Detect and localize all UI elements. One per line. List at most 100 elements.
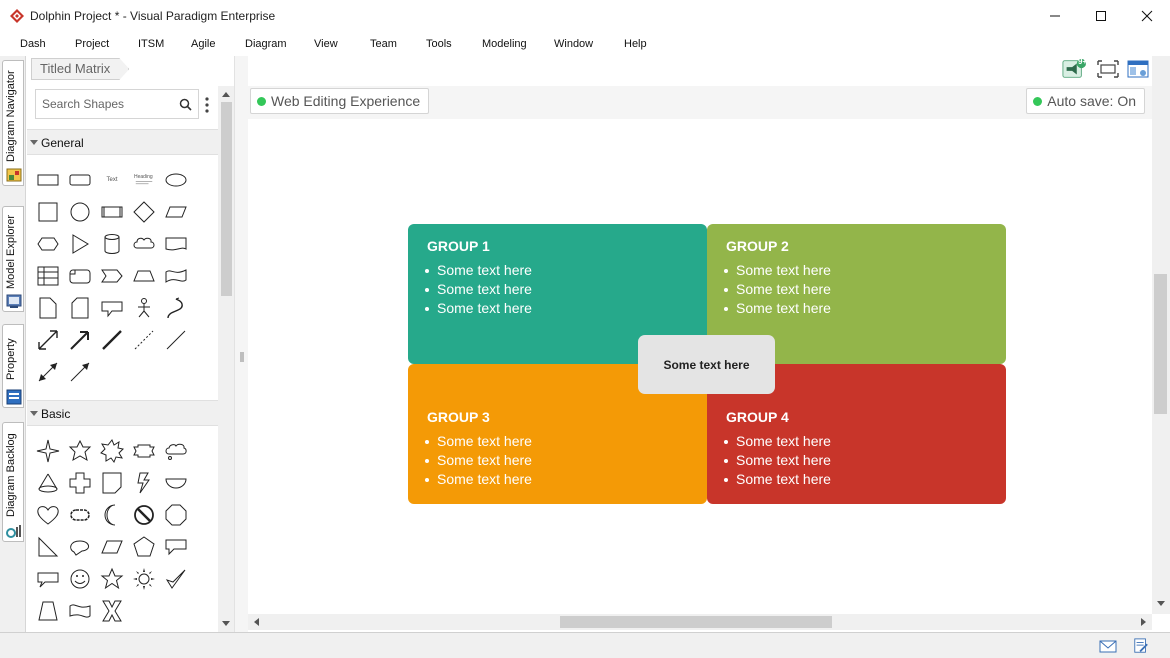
more-options-icon[interactable] — [205, 97, 209, 113]
canvas-horizontal-scrollbar[interactable] — [248, 614, 1152, 630]
menu-window[interactable]: Window — [554, 38, 593, 50]
close-button[interactable] — [1124, 0, 1170, 32]
menu-dash[interactable]: Dash — [20, 38, 46, 50]
pentagon-shape[interactable] — [131, 534, 157, 560]
sun-shape[interactable] — [131, 566, 157, 592]
tape-shape[interactable] — [163, 263, 189, 289]
menu-agile[interactable]: Agile — [191, 38, 215, 50]
cone-shape[interactable] — [35, 470, 61, 496]
bidirectional-connector-shape[interactable] — [35, 359, 61, 385]
oval-callout-shape[interactable] — [67, 534, 93, 560]
line-shape[interactable] — [163, 327, 189, 353]
menu-view[interactable]: View — [314, 38, 338, 50]
double-arrow-shape[interactable] — [35, 327, 61, 353]
rectangle-shape[interactable] — [35, 167, 61, 193]
star-shape[interactable] — [99, 566, 125, 592]
cloud-callout-shape[interactable] — [163, 438, 189, 464]
fit-diagram-button[interactable] — [1096, 58, 1120, 80]
menu-modeling[interactable]: Modeling — [482, 38, 527, 50]
menu-project[interactable]: Project — [75, 38, 109, 50]
octagon-shape[interactable] — [163, 502, 189, 528]
trapezoid-tall-shape[interactable] — [35, 598, 61, 624]
burst-shape[interactable] — [99, 438, 125, 464]
minimize-button[interactable] — [1032, 0, 1078, 32]
folded-page-shape[interactable] — [99, 470, 125, 496]
four-point-star-shape[interactable] — [35, 438, 61, 464]
note-shape[interactable] — [35, 295, 61, 321]
menu-help[interactable]: Help — [624, 38, 647, 50]
rectangular-callout-shape[interactable] — [163, 534, 189, 560]
cloud-shape[interactable] — [131, 231, 157, 257]
auto-save-badge[interactable]: Auto save: On — [1026, 88, 1145, 114]
vertical-scroll-thumb[interactable] — [1154, 274, 1167, 414]
dashed-line-shape[interactable] — [131, 327, 157, 353]
mail-icon[interactable] — [1099, 638, 1117, 654]
right-triangle-shape[interactable] — [35, 534, 61, 560]
rounded-rectangle-shape[interactable] — [67, 167, 93, 193]
web-editing-badge[interactable]: Web Editing Experience — [250, 88, 430, 114]
search-icon[interactable] — [179, 98, 192, 111]
menu-itsm[interactable]: ITSM — [138, 38, 164, 50]
diamond-shape[interactable] — [131, 199, 157, 225]
five-point-star-outline-shape[interactable] — [67, 438, 93, 464]
menu-team[interactable]: Team — [370, 38, 397, 50]
card-shape[interactable] — [67, 295, 93, 321]
chevron-shape[interactable] — [99, 263, 125, 289]
menu-tools[interactable]: Tools — [426, 38, 452, 50]
table-shape[interactable] — [35, 263, 61, 289]
menu-diagram[interactable]: Diagram — [245, 38, 287, 50]
wavy-frame-shape[interactable] — [67, 502, 93, 528]
curve-shape[interactable] — [163, 295, 189, 321]
circle-shape[interactable] — [67, 199, 93, 225]
scroll-down-button[interactable] — [218, 616, 234, 632]
breadcrumb-item[interactable]: Titled Matrix — [31, 58, 129, 80]
thick-line-shape[interactable] — [99, 327, 125, 353]
tab-model-explorer[interactable]: Model Explorer — [2, 206, 24, 312]
half-circle-shape[interactable] — [163, 470, 189, 496]
arrow-connector-shape[interactable] — [67, 359, 93, 385]
check-mark-shape[interactable] — [163, 566, 189, 592]
notification-button[interactable]: 9+ — [1062, 57, 1087, 80]
trapezoid-shape[interactable] — [131, 263, 157, 289]
smiley-shape[interactable] — [67, 566, 93, 592]
block-arrow-shape[interactable] — [67, 327, 93, 353]
document-shape[interactable] — [163, 231, 189, 257]
slanted-parallelogram-shape[interactable] — [99, 534, 125, 560]
section-basic[interactable]: Basic — [27, 400, 218, 426]
diagram-canvas[interactable]: Web Editing Experience Auto save: On GRO… — [248, 86, 1152, 614]
wave-shape[interactable] — [67, 598, 93, 624]
canvas-vertical-scrollbar[interactable] — [1152, 56, 1170, 614]
cylinder-shape[interactable] — [99, 231, 125, 257]
tab-diagram-navigator[interactable]: Diagram Navigator — [2, 60, 24, 186]
cross-shape[interactable] — [67, 470, 93, 496]
comment-callout-shape[interactable] — [35, 566, 61, 592]
panel-splitter[interactable] — [234, 56, 248, 632]
hexagon-shape[interactable] — [35, 231, 61, 257]
actor-shape[interactable] — [131, 295, 157, 321]
scroll-left-button[interactable] — [248, 614, 264, 630]
no-symbol-shape[interactable] — [131, 502, 157, 528]
parallelogram-shape[interactable] — [163, 199, 189, 225]
maximize-button[interactable] — [1078, 0, 1124, 32]
edit-document-icon[interactable] — [1132, 638, 1150, 654]
square-shape[interactable] — [35, 199, 61, 225]
scroll-right-button[interactable] — [1136, 614, 1152, 630]
moon-shape[interactable] — [99, 502, 125, 528]
heart-shape[interactable] — [35, 502, 61, 528]
banner-shape[interactable] — [131, 438, 157, 464]
horizontal-scroll-thumb[interactable] — [560, 616, 832, 628]
palette-scrollbar[interactable] — [218, 86, 234, 632]
internal-storage-shape[interactable] — [67, 263, 93, 289]
tab-property[interactable]: Property — [2, 324, 24, 408]
scroll-down-button[interactable] — [1153, 596, 1169, 612]
ellipse-shape[interactable] — [163, 167, 189, 193]
tab-diagram-backlog[interactable]: Diagram Backlog — [2, 422, 24, 542]
matrix-center-box[interactable]: Some text here — [638, 335, 775, 394]
process-shape[interactable] — [99, 199, 125, 225]
triangle-shape[interactable] — [67, 231, 93, 257]
lightning-shape[interactable] — [131, 470, 157, 496]
search-input[interactable] — [42, 90, 174, 118]
text-shape[interactable]: Text — [99, 167, 125, 193]
scroll-up-button[interactable] — [218, 86, 234, 102]
layout-panel-button[interactable] — [1126, 58, 1150, 80]
